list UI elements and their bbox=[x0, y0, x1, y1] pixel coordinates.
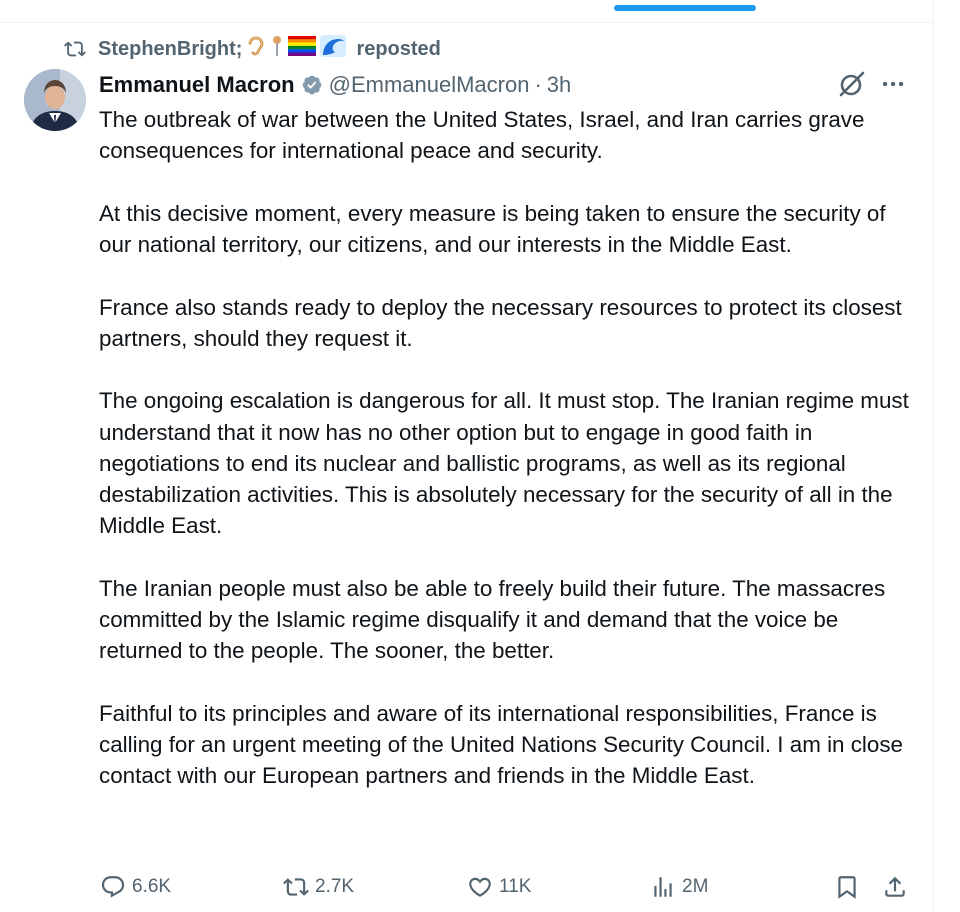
reply-count: 6.6K bbox=[132, 876, 172, 897]
top-tab-bar bbox=[0, 0, 933, 23]
tweet-paragraph: France also stands ready to deploy the n… bbox=[99, 294, 902, 351]
ear-emoji bbox=[246, 35, 266, 63]
tweet-paragraph: The ongoing escalation is dangerous for … bbox=[99, 388, 909, 539]
views-count: 2M bbox=[682, 876, 709, 897]
bookmark-icon bbox=[838, 876, 856, 899]
bookmark-button[interactable] bbox=[834, 870, 866, 904]
views-button[interactable]: 2M bbox=[650, 870, 708, 904]
tweet-paragraph: At this decisive moment, every measure i… bbox=[99, 200, 886, 257]
repost-context[interactable]: StephenBright; reposted bbox=[62, 34, 441, 64]
repost-user[interactable]: StephenBright; bbox=[98, 38, 242, 61]
header-separator: · bbox=[534, 72, 542, 97]
reply-button[interactable]: 6.6K bbox=[100, 870, 171, 904]
tweet-paragraph: The Iranian people must also be able to … bbox=[99, 575, 886, 664]
tweet-text: The outbreak of war between the United S… bbox=[99, 104, 914, 823]
like-button[interactable]: 11K bbox=[467, 870, 531, 904]
share-button[interactable] bbox=[882, 870, 914, 904]
avatar[interactable] bbox=[24, 69, 86, 131]
rainbow-flag-emoji bbox=[288, 36, 317, 62]
author-name[interactable]: Emmanuel Macron bbox=[99, 72, 295, 98]
views-icon bbox=[654, 877, 672, 897]
repost-label: reposted bbox=[356, 37, 441, 60]
column-divider bbox=[933, 0, 934, 912]
action-bar: 6.6K 2.7K 11K 2M bbox=[0, 870, 933, 904]
reply-icon bbox=[101, 876, 125, 898]
repost-button[interactable]: 2.7K bbox=[283, 870, 354, 904]
heart-icon bbox=[469, 877, 491, 897]
repost-icon bbox=[283, 878, 309, 896]
tweet-paragraph: The outbreak of war between the United S… bbox=[99, 107, 865, 164]
active-tab-indicator bbox=[614, 5, 756, 11]
tweet-header: Emmanuel Macron @EmmanuelMacron · 3h bbox=[99, 70, 571, 100]
share-icon bbox=[885, 876, 905, 897]
repost-count: 2.7K bbox=[315, 876, 355, 897]
like-count: 11K bbox=[499, 876, 532, 897]
tweet-time[interactable]: 3h bbox=[547, 72, 571, 98]
tweet-paragraph: Faithful to its principles and aware of … bbox=[99, 700, 903, 789]
water-wave-emoji bbox=[320, 35, 347, 63]
verified-badge-icon[interactable] bbox=[301, 74, 323, 96]
repost-icon bbox=[64, 41, 86, 57]
pin-emoji bbox=[270, 34, 284, 64]
author-handle[interactable]: @EmmanuelMacron bbox=[329, 72, 530, 98]
grok-icon[interactable] bbox=[838, 70, 866, 98]
more-options-icon[interactable] bbox=[878, 72, 908, 96]
